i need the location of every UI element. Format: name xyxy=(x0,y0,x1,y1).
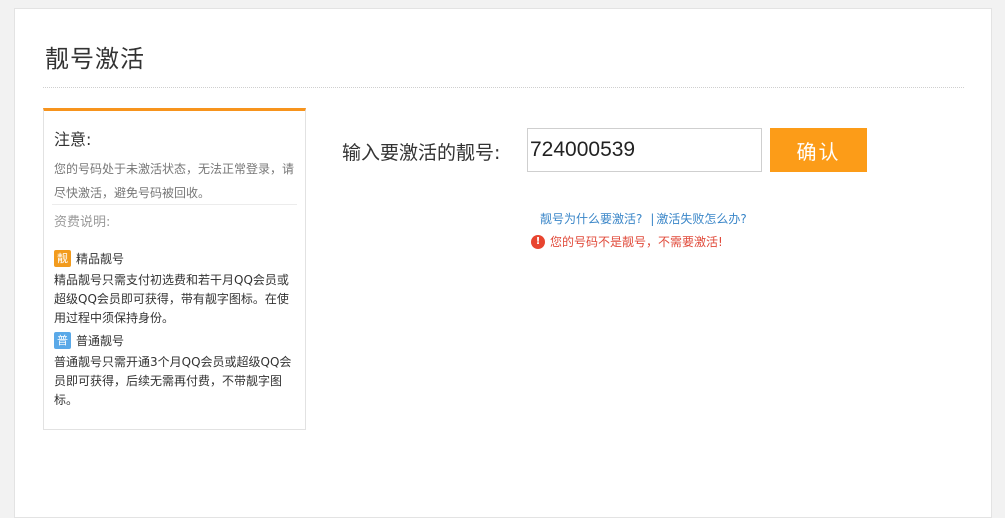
error-icon: ! xyxy=(531,234,545,249)
error-message: ! 您的号码不是靓号，不需要激活! xyxy=(531,233,723,250)
number-input[interactable] xyxy=(527,128,762,172)
title-divider xyxy=(43,87,964,88)
activation-failed-link[interactable]: 激活失败怎么办? xyxy=(656,212,746,226)
tier-premium-description: 精品靓号只需支付初选费和若干月QQ会员或超级QQ会员即可获得，带有靓字图标。在使… xyxy=(54,273,289,325)
activation-panel: 靓号激活 注意: 您的号码处于未激活状态，无法正常登录，请尽快激活，避免号码被回… xyxy=(14,8,992,518)
tier-normal-name: 普通靓号 xyxy=(76,333,125,348)
why-activate-link[interactable]: 靓号为什么要激活? xyxy=(540,212,642,226)
premium-badge-icon: 靓 xyxy=(54,249,71,267)
notice-box: 注意: 您的号码处于未激活状态，无法正常登录，请尽快激活，避免号码被回收。 资费… xyxy=(43,108,306,430)
error-text: 您的号码不是靓号，不需要激活! xyxy=(550,235,723,249)
tier-premium: 靓 精品靓号 精品靓号只需支付初选费和若干月QQ会员或超级QQ会员即可获得，带有… xyxy=(54,249,299,328)
help-links: 靓号为什么要激活? | 激活失败怎么办? xyxy=(540,210,747,227)
tier-premium-name: 精品靓号 xyxy=(76,251,125,266)
confirm-button[interactable]: 确认 xyxy=(770,128,867,172)
normal-badge-icon: 普 xyxy=(54,331,71,349)
tier-normal-description: 普通靓号只需开通3个月QQ会员或超级QQ会员即可获得，后续无需再付费，不带靓字图… xyxy=(54,355,292,407)
notice-divider xyxy=(52,204,297,205)
fee-description-title: 资费说明: xyxy=(54,215,111,230)
notice-title: 注意: xyxy=(54,130,92,149)
link-separator: | xyxy=(650,212,655,226)
page-title: 靓号激活 xyxy=(45,45,145,73)
number-input-label: 输入要激活的靓号: xyxy=(342,142,501,164)
tier-normal: 普 普通靓号 普通靓号只需开通3个月QQ会员或超级QQ会员即可获得，后续无需再付… xyxy=(54,331,299,410)
notice-text: 您的号码处于未激活状态，无法正常登录，请尽快激活，避免号码被回收。 xyxy=(54,162,295,200)
